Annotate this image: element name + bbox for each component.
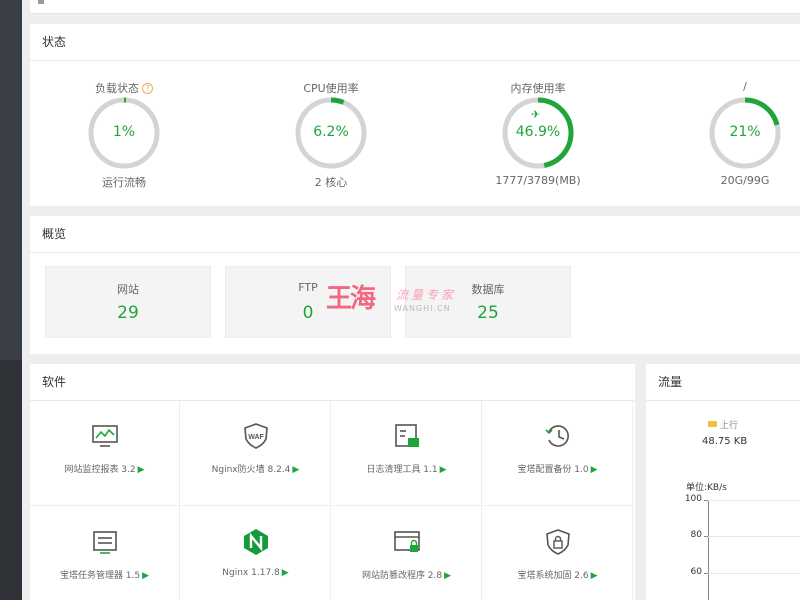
overview-panel: 概览 网站 29 FTP 0 数据库 25 王海 流量专家 WANGHI.CN xyxy=(30,216,800,354)
monitor-chart-icon xyxy=(92,425,118,447)
upload-value: 48.75 KB xyxy=(702,436,748,447)
rocket-icon[interactable]: ✈ xyxy=(531,108,540,121)
software-item[interactable]: Nginx 1.17.8 ▶ xyxy=(181,506,331,600)
software-item[interactable]: 宝塔系统加固 2.6 ▶ xyxy=(483,506,633,600)
software-label: 宝塔配置备份 1.0 ▶ xyxy=(517,465,598,475)
software-label: 网站监控报表 3.2 ▶ xyxy=(64,465,145,475)
clock-backup-icon xyxy=(545,425,569,447)
gauge-label: 负载状态? xyxy=(54,80,194,96)
overview-label: 网站 xyxy=(117,283,139,296)
software-item[interactable]: 网站防篡改程序 2.8 ▶ xyxy=(332,506,482,600)
legend-upload[interactable]: 上行 xyxy=(708,418,738,431)
gauge-memory[interactable]: 内存使用率 ✈ 46.9% 1777/3789(MB) xyxy=(468,24,608,206)
grid-line xyxy=(708,536,800,537)
y-tick: 100 xyxy=(684,494,702,504)
gauge-cpu[interactable]: CPU使用率 6.2% 2 核心 xyxy=(261,24,401,206)
nginx-icon xyxy=(244,529,268,555)
traffic-title: 流量 xyxy=(658,375,683,389)
watermark-logo: 王海 流量专家 WANGHI.CN xyxy=(326,276,506,326)
svg-text:WAF: WAF xyxy=(248,434,264,441)
software-label: Nginx 1.17.8 ▶ xyxy=(222,568,289,578)
chart-unit: 单位:KB/s xyxy=(686,483,727,493)
gauge-label: / xyxy=(743,80,747,93)
overview-sites[interactable]: 网站 29 xyxy=(45,266,211,338)
software-title: 软件 xyxy=(42,375,67,389)
software-item[interactable]: WAF Nginx防火墙 8.2.4 ▶ xyxy=(181,400,331,506)
y-axis xyxy=(708,500,709,600)
grid-line xyxy=(708,573,800,574)
waf-shield-icon: WAF xyxy=(244,423,268,449)
software-label: Nginx防火墙 8.2.4 ▶ xyxy=(211,465,300,475)
watermark-main: 王海 xyxy=(326,284,376,314)
sidebar-lower xyxy=(0,360,22,600)
software-item[interactable]: 宝塔配置备份 1.0 ▶ xyxy=(483,400,633,506)
help-icon[interactable]: ? xyxy=(142,83,153,94)
sidebar xyxy=(0,0,22,600)
shield-lock-icon xyxy=(546,529,570,555)
legend-swatch xyxy=(708,421,717,427)
software-item[interactable]: 日志清理工具 1.1 ▶ xyxy=(332,400,482,506)
play-icon: ▶ xyxy=(142,571,150,581)
play-icon: ▶ xyxy=(137,465,145,475)
gauge-value: 6.2% xyxy=(313,124,349,140)
y-tick: 80 xyxy=(690,530,702,540)
overview-value[interactable]: 29 xyxy=(46,303,210,323)
divider xyxy=(30,252,800,253)
log-clean-icon xyxy=(395,424,419,447)
play-icon: ▶ xyxy=(590,465,598,475)
software-label: 网站防篡改程序 2.8 ▶ xyxy=(361,571,452,581)
play-icon: ▶ xyxy=(292,465,300,475)
software-item[interactable]: 宝塔任务管理器 1.5 ▶ xyxy=(30,506,180,600)
gauge-disk[interactable]: / 21% 20G/99G xyxy=(675,24,800,206)
top-bar-mark xyxy=(38,0,44,4)
play-icon: ▶ xyxy=(590,571,598,581)
watermark-tagline: 流量专家 xyxy=(396,288,457,302)
gauge-label: CPU使用率 xyxy=(303,82,359,95)
status-panel: 状态 负载状态? 1% 运行流畅 CPU使用率 6.2% 2 核心 内存使用率 … xyxy=(30,24,800,206)
software-label: 日志清理工具 1.1 ▶ xyxy=(366,465,447,475)
divider xyxy=(646,400,800,401)
gauge-value: 1% xyxy=(112,124,136,140)
web-lock-icon xyxy=(394,531,420,552)
gauge-label: 内存使用率 xyxy=(510,82,566,95)
traffic-panel: 流量 上行 48.75 KB 单位:KB/s 100 80 60 xyxy=(646,364,800,600)
gauge-load[interactable]: 负载状态? 1% 运行流畅 xyxy=(54,24,194,206)
grid-line xyxy=(708,500,800,501)
overview-title: 概览 xyxy=(42,227,67,241)
software-item[interactable]: 网站监控报表 3.2 ▶ xyxy=(30,400,180,506)
gauge-value: 21% xyxy=(729,124,761,140)
play-icon: ▶ xyxy=(444,571,452,581)
y-tick: 60 xyxy=(690,567,702,577)
top-bar xyxy=(30,0,800,14)
software-panel: 软件 网站监控报表 3.2 ▶ WAF Nginx防火墙 8.2.4 ▶ 日志清理工… xyxy=(30,364,635,600)
watermark-domain: WANGHI.CN xyxy=(394,304,451,313)
software-label: 宝塔系统加固 2.6 ▶ xyxy=(517,571,598,581)
play-icon: ▶ xyxy=(439,465,447,475)
gauge-sub: 20G/99G xyxy=(720,174,770,187)
software-label: 宝塔任务管理器 1.5 ▶ xyxy=(59,571,150,581)
gauge-value: 46.9% xyxy=(515,124,561,140)
task-list-icon xyxy=(93,531,117,554)
gauge-sub: 2 核心 xyxy=(314,176,348,189)
gauge-sub: 运行流畅 xyxy=(102,176,146,189)
play-icon: ▶ xyxy=(281,568,289,578)
gauge-sub: 1777/3789(MB) xyxy=(495,174,581,187)
